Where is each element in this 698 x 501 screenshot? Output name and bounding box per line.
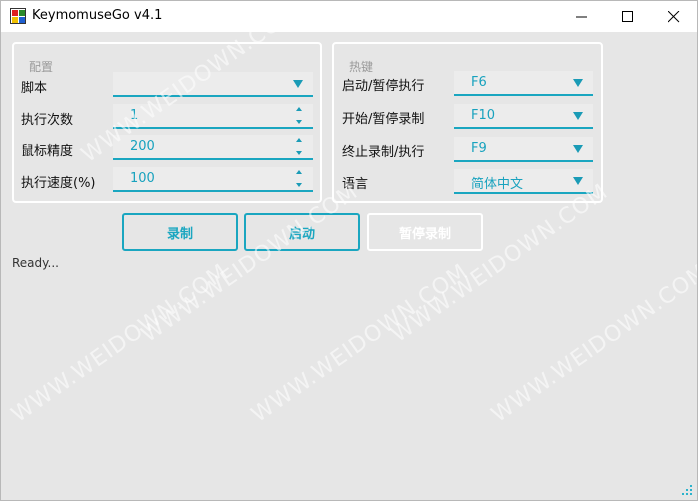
record-button[interactable]: 录制	[122, 213, 238, 251]
spin-down-icon[interactable]	[296, 120, 302, 124]
hotkey-group-title: 热键	[349, 60, 374, 74]
minimize-icon	[576, 16, 587, 18]
spin-down-icon[interactable]	[296, 183, 302, 187]
close-icon	[668, 11, 680, 23]
language-dropdown[interactable]: 简体中文	[454, 169, 593, 194]
start-pause-exec-value: F6	[471, 75, 487, 90]
chevron-down-icon	[573, 177, 583, 185]
repeat-label: 执行次数	[21, 113, 74, 128]
speed-value: 100	[130, 171, 155, 186]
start-pause-record-label: 开始/暂停录制	[342, 112, 425, 127]
language-label: 语言	[342, 177, 369, 192]
app-window: KeymomuseGo v4.1 配置 脚本 执行次数 1 鼠标精度 200 执…	[0, 0, 698, 501]
precision-label: 鼠标精度	[21, 144, 74, 159]
config-group-title: 配置	[29, 60, 54, 74]
watermark: WWW.WEIDOWN.COM	[137, 179, 363, 348]
repeat-value: 1	[130, 108, 139, 123]
spin-up-icon[interactable]	[296, 138, 302, 142]
title-bar[interactable]: KeymomuseGo v4.1	[1, 1, 697, 32]
spin-down-icon[interactable]	[296, 151, 302, 155]
pause-record-button: 暂停录制	[367, 213, 483, 251]
spin-up-icon[interactable]	[296, 107, 302, 111]
start-pause-record-value: F10	[471, 108, 496, 123]
script-label: 脚本	[21, 81, 48, 96]
start-pause-exec-dropdown[interactable]: F6	[454, 71, 593, 96]
status-text: Ready...	[12, 256, 59, 270]
maximize-icon	[622, 11, 633, 22]
resize-grip-icon[interactable]	[681, 484, 693, 496]
stop-value: F9	[471, 141, 487, 156]
watermark: WWW.WEIDOWN.COM	[247, 259, 473, 428]
start-pause-exec-label: 启动/暂停执行	[342, 79, 425, 94]
watermark: WWW.WEIDOWN.COM	[487, 259, 698, 428]
language-value: 简体中文	[471, 177, 524, 192]
speed-label: 执行速度(%)	[21, 176, 96, 191]
maximize-button[interactable]	[605, 1, 651, 32]
app-icon	[10, 8, 26, 24]
spin-up-icon[interactable]	[296, 170, 302, 174]
precision-value: 200	[130, 139, 155, 154]
minimize-button[interactable]	[559, 1, 605, 32]
script-dropdown[interactable]	[113, 72, 313, 97]
chevron-down-icon	[573, 79, 583, 87]
close-button[interactable]	[651, 1, 697, 32]
precision-spinbox[interactable]: 200	[113, 135, 313, 160]
chevron-down-icon	[573, 145, 583, 153]
window-title: KeymomuseGo v4.1	[32, 8, 163, 23]
stop-label: 终止录制/执行	[342, 145, 425, 160]
start-pause-record-dropdown[interactable]: F10	[454, 104, 593, 129]
start-button[interactable]: 启动	[244, 213, 360, 251]
chevron-down-icon	[573, 112, 583, 120]
repeat-spinbox[interactable]: 1	[113, 104, 313, 129]
watermark: WWW.WEIDOWN.COM	[7, 259, 233, 428]
speed-spinbox[interactable]: 100	[113, 167, 313, 192]
watermark: WWW.WEIDOWN.COM	[387, 179, 613, 348]
stop-dropdown[interactable]: F9	[454, 137, 593, 162]
chevron-down-icon	[293, 80, 303, 88]
